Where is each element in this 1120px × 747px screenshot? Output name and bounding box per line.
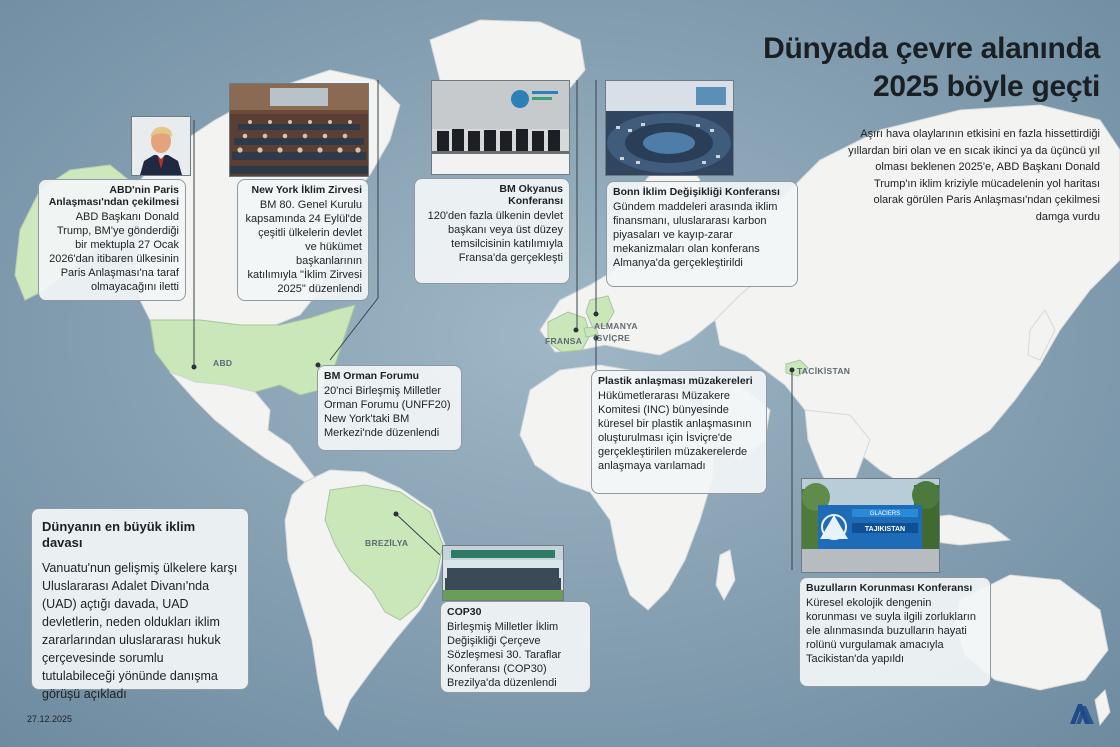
aa-logo-icon [1068, 700, 1096, 726]
glacier-conference-photo: GLACIERS TAJIKISTAN [801, 478, 940, 573]
event-body-ocean: 120'den fazla ülkenin devlet başkanı vey… [427, 210, 563, 264]
bonn-conference-photo [605, 80, 734, 176]
event-title-court: Dünyanın en büyük iklim davası [42, 519, 196, 550]
event-body-bonn: Gündem maddeleri arasında iklim finansma… [613, 201, 778, 269]
event-card-ocean: BM Okyanus Konferansı 120'den fazla ülke… [414, 178, 570, 284]
event-title-paris: ABD'nin Paris Anlaşması'ndan çekilmesi [48, 184, 179, 208]
event-title-forest: BM Orman Forumu [324, 370, 420, 382]
event-body-plastic: Hükümetlerarası Müzakere Komitesi (INC) … [598, 390, 752, 472]
publish-date: 27.12.2025 [27, 714, 73, 724]
sign-text-1: GLACIERS [870, 511, 900, 517]
sign-text-2: TAJIKISTAN [865, 526, 905, 533]
country-label-usa: ABD [213, 358, 233, 368]
country-label-germany: ALMANYA [594, 321, 638, 331]
trump-photo [131, 116, 191, 176]
event-card-paris: ABD'nin Paris Anlaşması'ndan çekilmesi A… [38, 179, 186, 301]
event-body-glacier: Küresel ekolojik dengenin korunması ve s… [806, 597, 976, 665]
ny-summit-photo [229, 83, 369, 177]
event-title-ocean: BM Okyanus Konferansı [499, 183, 563, 207]
title-line-1: Dünyada çevre alanında [763, 32, 1100, 65]
event-body-cop30: Birleşmiş Milletler İklim Değişikliği Çe… [447, 621, 562, 689]
country-label-switzerland: İSVİÇRE [594, 333, 631, 343]
event-body-forest: 20'nci Birleşmiş Milletler Orman Forumu … [324, 385, 451, 439]
event-title-bonn: Bonn İklim Değişikliği Konferansı [613, 186, 780, 198]
event-title-ny-summit: New York İklim Zirvesi [251, 184, 363, 196]
page-title: Dünyada çevre alanında 2025 böyle geçti [763, 30, 1100, 106]
event-card-ny-summit: New York İklim Zirvesi BM 80. Genel Kuru… [237, 179, 369, 301]
event-title-glacier: Buzulların Korunması Konferansı [806, 582, 973, 594]
event-body-ny-summit: BM 80. Genel Kurulu kapsamında 24 Eylül'… [245, 199, 362, 295]
title-line-2: 2025 böyle geçti [873, 70, 1100, 103]
infographic: ABD FRANSA ALMANYA İSVİÇRE TACİKİSTAN BR… [0, 0, 1120, 747]
event-title-cop30: COP30 [447, 606, 482, 618]
event-card-court: Dünyanın en büyük iklim davası Vanuatu'n… [31, 508, 249, 701]
event-card-forest: BM Orman Forumu 20'nci Birleşmiş Milletl… [317, 365, 462, 451]
event-card-cop30: COP30 Birleşmiş Milletler İklim Değişikl… [440, 601, 591, 693]
country-label-brazil: BREZİLYA [365, 538, 409, 548]
country-label-tajikistan: TACİKİSTAN [797, 366, 851, 376]
cop30-photo [442, 545, 564, 601]
page-subtitle: Aşırı hava olaylarının etkisini en fazla… [848, 128, 1100, 223]
country-label-france: FRANSA [545, 336, 583, 346]
event-body-paris: ABD Başkanı Donald Trump, BM'ye gönderdi… [49, 211, 179, 293]
event-title-plastic: Plastik anlaşması müzakereleri [598, 375, 753, 387]
event-card-bonn: Bonn İklim Değişikliği Konferansı Gündem… [606, 181, 798, 287]
event-card-glacier: Buzulların Korunması Konferansı Küresel … [799, 577, 991, 687]
ocean-conference-photo [431, 80, 570, 175]
event-card-plastic: Plastik anlaşması müzakereleri Hükümetle… [591, 370, 767, 494]
event-body-court: Vanuatu'nun gelişmiş ülkelere karşı Ulus… [42, 561, 238, 701]
